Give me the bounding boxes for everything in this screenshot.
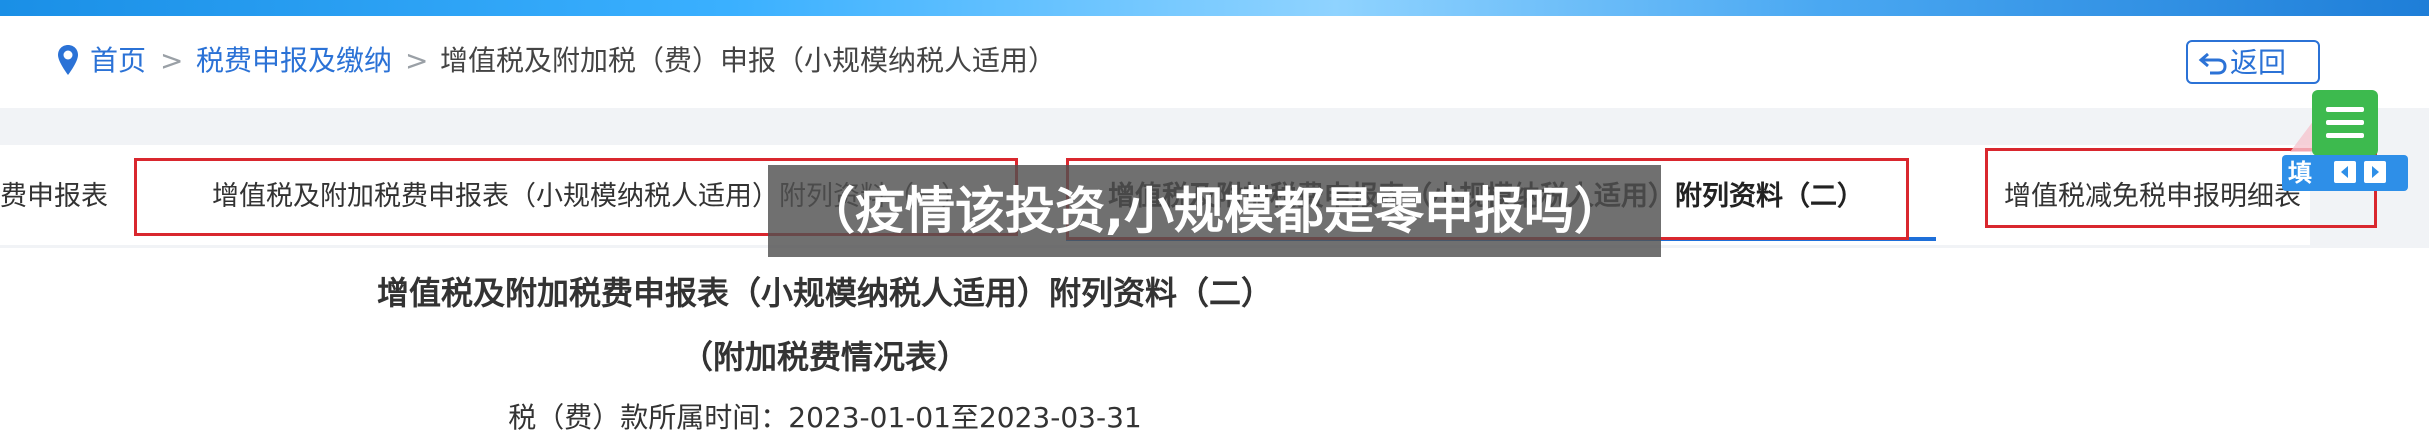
watermark-caption: （疫情该投资,小规模都是零申报吗） <box>768 165 1661 257</box>
fill-helper-widget[interactable]: 填 <box>2282 155 2408 191</box>
form-title: 增值税及附加税费申报表（小规模纳税人适用）附列资料（二） <box>376 274 1273 312</box>
top-banner <box>0 0 2429 16</box>
back-button[interactable]: 返回 <box>2186 40 2320 84</box>
menu-bar <box>2326 120 2364 125</box>
breadcrumb-current: 增值税及附加税（费）申报（小规模纳税人适用） <box>440 44 1057 77</box>
location-pin-icon <box>58 45 78 75</box>
form-tax-period: 税（费）款所属时间：2023-01-01至2023-03-31 <box>508 401 1142 434</box>
breadcrumb-separator: > <box>160 44 184 77</box>
menu-bar <box>2326 133 2364 138</box>
breadcrumb-section-link[interactable]: 税费申报及缴纳 <box>196 44 392 78</box>
breadcrumb-home-link[interactable]: 首页 <box>90 44 146 78</box>
next-icon[interactable] <box>2364 161 2386 183</box>
breadcrumb-separator: > <box>405 44 429 77</box>
back-button-label: 返回 <box>2230 46 2287 79</box>
return-arrow-icon <box>2198 52 2227 75</box>
form-subtitle: （附加税费情况表） <box>680 338 969 376</box>
menu-bar <box>2326 107 2364 112</box>
menu-icon[interactable] <box>2312 90 2378 156</box>
tab-main-report[interactable]: 费申报表 <box>0 180 108 214</box>
watermark-caption-text: （疫情该投资,小规模都是零申报吗） <box>805 182 1624 240</box>
prev-icon[interactable] <box>2334 161 2356 183</box>
fill-widget-label: 填 <box>2288 159 2312 187</box>
